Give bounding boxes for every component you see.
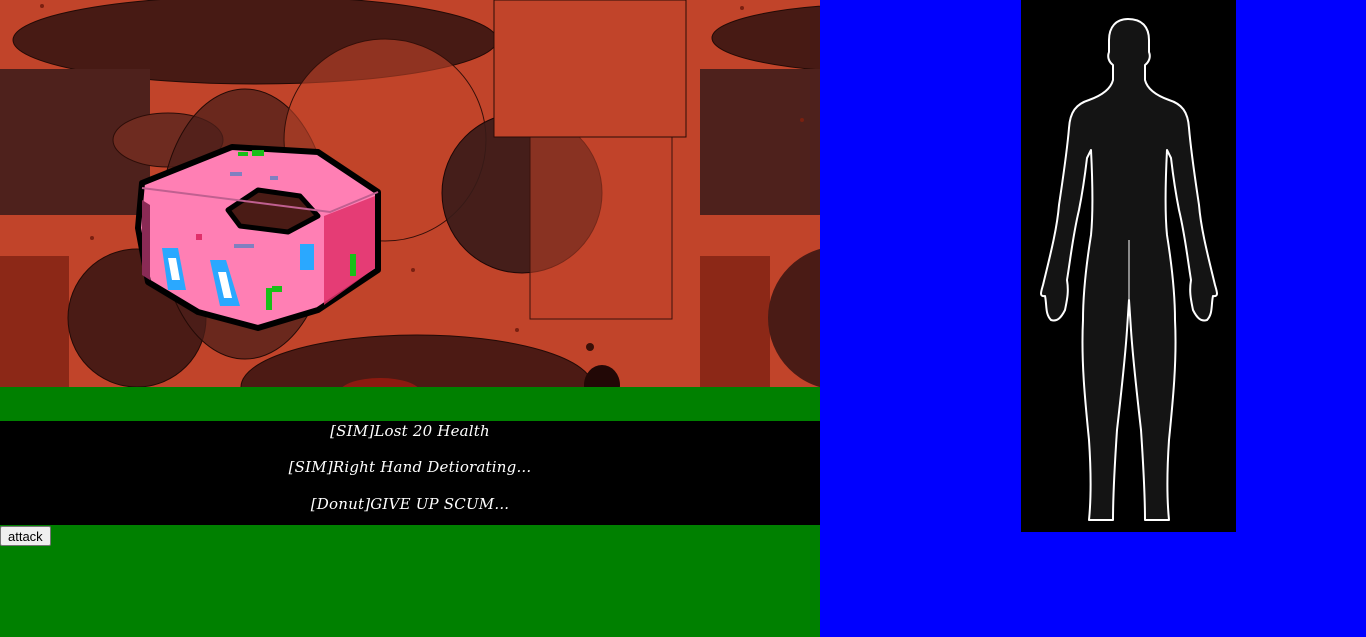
body-status-panel [1021,0,1236,532]
status-panel [820,0,1366,637]
log-line: [SIM]Right Hand Detiorating... [288,458,532,476]
battle-scene [0,0,820,387]
log-line: [SIM]Lost 20 Health [330,422,490,440]
battle-log: [SIM]Lost 20 Health [SIM]Right Hand Deti… [0,421,820,525]
game-panel: [SIM]Lost 20 Health [SIM]Right Hand Deti… [0,0,820,637]
attack-button[interactable]: attack [0,526,51,546]
log-line: [Donut]GIVE UP SCUM... [310,495,510,513]
human-body-icon [1040,18,1218,521]
